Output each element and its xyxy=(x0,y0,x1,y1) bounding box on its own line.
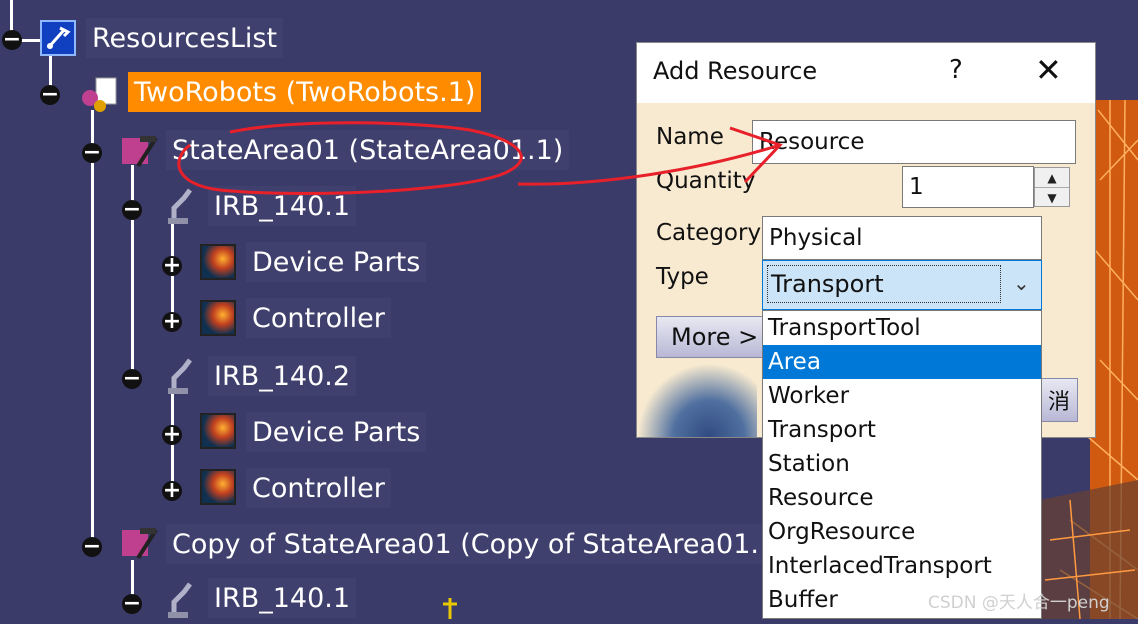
collapse-toggle[interactable]: − xyxy=(122,199,142,221)
tree-label-statearea01[interactable]: StateArea01 (StateArea01.1) xyxy=(166,130,570,170)
compass-marker-icon xyxy=(440,598,460,619)
device-parts-icon xyxy=(200,244,236,280)
name-label: Name xyxy=(656,124,724,150)
quantity-stepper[interactable]: ▲ ▼ xyxy=(1034,167,1070,207)
type-option[interactable]: Resource xyxy=(763,481,1041,515)
quantity-label: Quantity xyxy=(656,168,756,194)
collapse-toggle[interactable]: − xyxy=(122,368,142,390)
robot-icon xyxy=(160,580,196,618)
type-selected-value: Transport xyxy=(767,265,1001,303)
type-label: Type xyxy=(656,264,709,290)
expand-toggle[interactable]: + xyxy=(162,424,182,446)
collapse-toggle[interactable]: − xyxy=(40,84,60,106)
collapse-toggle[interactable]: − xyxy=(82,142,102,164)
robot-icon xyxy=(160,356,196,394)
type-select[interactable]: Transport ⌄ xyxy=(762,260,1042,310)
tree-line xyxy=(91,110,94,550)
robot-icon xyxy=(160,186,196,224)
dialog-title: Add Resource xyxy=(653,57,818,85)
type-option[interactable]: TransportTool xyxy=(763,311,1041,345)
stepper-up-icon[interactable]: ▲ xyxy=(1035,168,1069,188)
type-option[interactable]: Worker xyxy=(763,379,1041,413)
tree-label-resources-list[interactable]: ResourcesList xyxy=(86,18,284,58)
tree-label-device-parts[interactable]: Device Parts xyxy=(246,242,427,282)
watermark: CSDN @天人合一peng xyxy=(928,593,1110,613)
tree-label-tworobots[interactable]: TwoRobots (TwoRobots.1) xyxy=(128,72,482,112)
type-option[interactable]: Area xyxy=(763,345,1041,379)
tree-label-controller[interactable]: Controller xyxy=(246,298,391,338)
tree-label-controller[interactable]: Controller xyxy=(246,468,391,508)
close-icon[interactable]: ✕ xyxy=(1035,51,1062,89)
controller-icon xyxy=(200,300,236,336)
help-icon[interactable]: ? xyxy=(949,55,963,85)
tree-label-irb-140-1[interactable]: IRB_140.1 xyxy=(208,578,357,618)
resources-list-icon xyxy=(40,20,76,56)
robot-cell-icon xyxy=(78,76,117,112)
type-option[interactable]: OrgResource xyxy=(763,515,1041,549)
category-label: Category xyxy=(656,220,762,246)
dialog-decor-globe xyxy=(637,363,757,437)
type-option[interactable]: InterlacedTransport xyxy=(763,549,1041,583)
tree-label-irb-140-1[interactable]: IRB_140.1 xyxy=(208,186,357,226)
device-parts-icon xyxy=(200,413,236,449)
type-option[interactable]: Station xyxy=(763,447,1041,481)
state-area-icon xyxy=(118,524,158,560)
controller-icon xyxy=(200,469,236,505)
stepper-down-icon[interactable]: ▼ xyxy=(1035,188,1069,207)
tree-label-irb-140-2[interactable]: IRB_140.2 xyxy=(208,356,357,396)
tree-label-device-parts[interactable]: Device Parts xyxy=(246,412,427,452)
name-field[interactable]: Resource xyxy=(752,120,1076,164)
quantity-field[interactable]: 1 xyxy=(902,166,1034,208)
collapse-toggle[interactable]: − xyxy=(82,536,102,558)
collapse-toggle[interactable]: − xyxy=(122,593,142,615)
type-option[interactable]: Transport xyxy=(763,413,1041,447)
expand-toggle[interactable]: + xyxy=(162,480,182,502)
expand-toggle[interactable]: + xyxy=(162,255,182,277)
dialog-title-bar[interactable]: Add Resource ? ✕ xyxy=(637,43,1095,103)
category-field[interactable]: Physical xyxy=(762,216,1042,260)
cancel-button[interactable]: 消 xyxy=(1040,378,1078,422)
chevron-down-icon[interactable]: ⌄ xyxy=(1013,271,1030,295)
tree-label-copy-of-statearea01[interactable]: Copy of StateArea01 (Copy of StateArea01… xyxy=(166,524,783,564)
type-dropdown-list[interactable]: TransportTool Area Worker Transport Station R… xyxy=(762,310,1042,619)
state-area-icon xyxy=(118,132,158,168)
expand-toggle[interactable]: + xyxy=(162,311,182,333)
more-button[interactable]: More > xyxy=(656,316,766,358)
collapse-toggle[interactable]: − xyxy=(2,29,22,51)
